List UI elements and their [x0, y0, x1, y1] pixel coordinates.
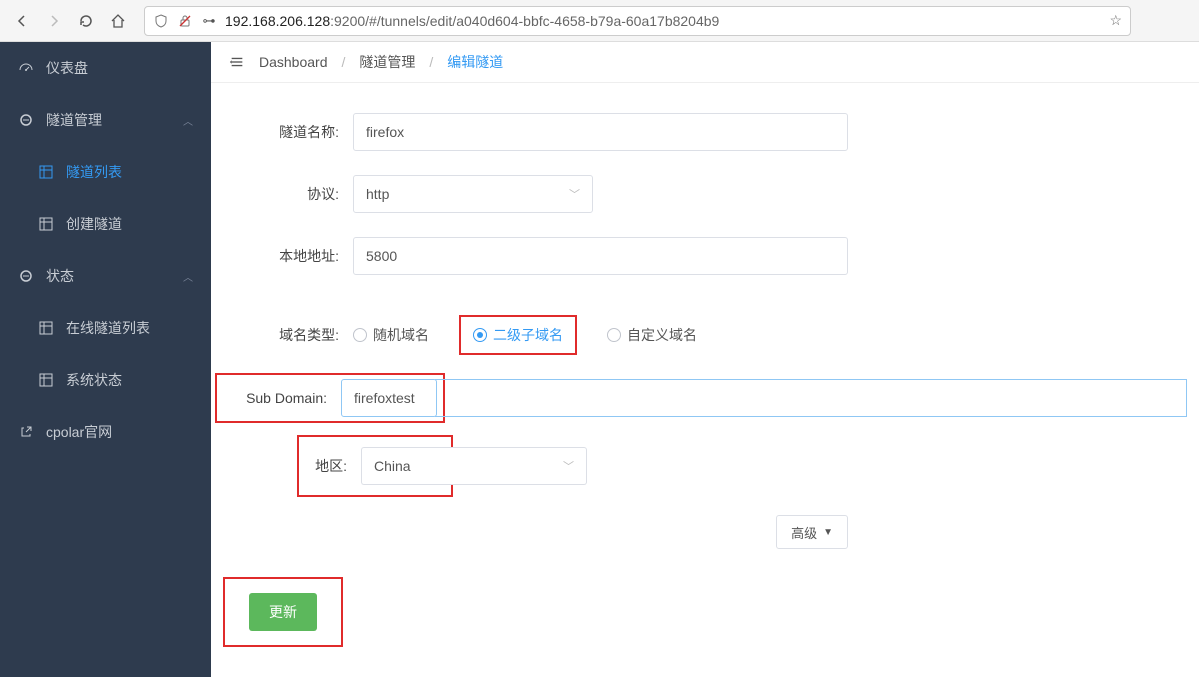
- menu-collapse-icon[interactable]: [229, 54, 245, 70]
- region-label: 地区:: [305, 456, 361, 476]
- sidebar-label: 状态: [46, 266, 74, 286]
- protocol-select[interactable]: http ﹀: [353, 175, 593, 213]
- sidebar-item-sys-status[interactable]: 系统状态: [0, 354, 211, 406]
- home-button[interactable]: [104, 7, 132, 35]
- forward-button[interactable]: [40, 7, 68, 35]
- chevron-up-icon: ︿: [183, 269, 193, 284]
- circle-icon: [18, 268, 34, 284]
- sidebar-label: 隧道列表: [66, 162, 122, 182]
- local-addr-label: 本地地址:: [223, 246, 353, 266]
- subdomain-label: Sub Domain:: [223, 390, 341, 406]
- main-content: Dashboard / 隧道管理 / 编辑隧道 隧道名称: 协议: http ﹀…: [211, 42, 1199, 677]
- sidebar-label: 创建隧道: [66, 214, 122, 234]
- update-label: 更新: [269, 604, 297, 620]
- advanced-button[interactable]: 高级 ▼: [776, 515, 848, 549]
- protocol-value: http: [366, 186, 389, 202]
- breadcrumb-sep: /: [429, 54, 433, 70]
- radio-subdomain[interactable]: 二级子域名: [463, 319, 573, 351]
- bookmark-star-icon[interactable]: ☆: [1109, 12, 1122, 29]
- region-select[interactable]: ﹀: [443, 447, 587, 485]
- sidebar-item-tunnel-mgmt[interactable]: 隧道管理 ︿: [0, 94, 211, 146]
- tunnel-name-label: 隧道名称:: [223, 122, 353, 142]
- breadcrumb-current: 编辑隧道: [447, 52, 503, 72]
- gauge-icon: [18, 60, 34, 76]
- reload-button[interactable]: [72, 7, 100, 35]
- back-button[interactable]: [8, 7, 36, 35]
- key-icon: ⊶: [201, 13, 217, 29]
- sidebar-item-tunnel-list[interactable]: 隧道列表: [0, 146, 211, 198]
- external-link-icon: [18, 424, 34, 440]
- sidebar-label: 系统状态: [66, 370, 122, 390]
- grid-icon: [38, 164, 54, 180]
- edit-tunnel-form: 隧道名称: 协议: http ﹀ 本地地址: 域名类型: 随机域: [211, 83, 1199, 677]
- protocol-label: 协议:: [223, 184, 353, 204]
- sidebar-item-cpolar-site[interactable]: cpolar官网: [0, 406, 211, 458]
- subdomain-input-extension[interactable]: [435, 379, 1187, 417]
- region-value-box: China: [361, 447, 445, 485]
- sidebar-label: 仪表盘: [46, 58, 88, 78]
- radio-icon: [607, 328, 621, 342]
- lock-slash-icon: [177, 13, 193, 29]
- sidebar-item-online-list[interactable]: 在线隧道列表: [0, 302, 211, 354]
- browser-toolbar: ⊶ 192.168.206.128:9200/#/tunnels/edit/a0…: [0, 0, 1199, 42]
- circle-icon: [18, 112, 34, 128]
- sidebar-item-create-tunnel[interactable]: 创建隧道: [0, 198, 211, 250]
- sidebar-label: 在线隧道列表: [66, 318, 150, 338]
- shield-icon: [153, 13, 169, 29]
- chevron-down-icon: ﹀: [569, 186, 580, 202]
- radio-random-domain[interactable]: 随机域名: [353, 325, 429, 345]
- subdomain-input-visible[interactable]: [341, 379, 437, 417]
- sidebar-label: cpolar官网: [46, 422, 112, 442]
- domain-type-label: 域名类型:: [223, 325, 353, 345]
- advanced-label: 高级: [791, 523, 817, 542]
- url-text: 192.168.206.128:9200/#/tunnels/edit/a040…: [225, 13, 1101, 29]
- update-button[interactable]: 更新: [249, 593, 317, 631]
- radio-label: 自定义域名: [627, 325, 697, 345]
- radio-icon: [353, 328, 367, 342]
- radio-icon: [473, 328, 487, 342]
- local-addr-input[interactable]: [353, 237, 848, 275]
- grid-icon: [38, 216, 54, 232]
- sidebar-item-status[interactable]: 状态 ︿: [0, 250, 211, 302]
- sidebar-label: 隧道管理: [46, 110, 102, 130]
- url-bar[interactable]: ⊶ 192.168.206.128:9200/#/tunnels/edit/a0…: [144, 6, 1131, 36]
- tunnel-name-input[interactable]: [353, 113, 848, 151]
- radio-label: 二级子域名: [493, 325, 563, 345]
- chevron-up-icon: ︿: [183, 113, 193, 128]
- breadcrumb-item[interactable]: 隧道管理: [359, 52, 415, 72]
- topbar: Dashboard / 隧道管理 / 编辑隧道: [211, 42, 1199, 83]
- chevron-down-icon: ﹀: [563, 458, 574, 474]
- grid-icon: [38, 320, 54, 336]
- radio-label: 随机域名: [373, 325, 429, 345]
- grid-icon: [38, 372, 54, 388]
- radio-custom-domain[interactable]: 自定义域名: [607, 325, 697, 345]
- caret-down-icon: ▼: [823, 527, 833, 538]
- sidebar-item-dashboard[interactable]: 仪表盘: [0, 42, 211, 94]
- sidebar: 仪表盘 隧道管理 ︿ 隧道列表 创建隧道 状态 ︿ 在线隧道列表 系统状态: [0, 42, 211, 677]
- breadcrumb-item[interactable]: Dashboard: [259, 54, 328, 70]
- breadcrumb-sep: /: [342, 54, 346, 70]
